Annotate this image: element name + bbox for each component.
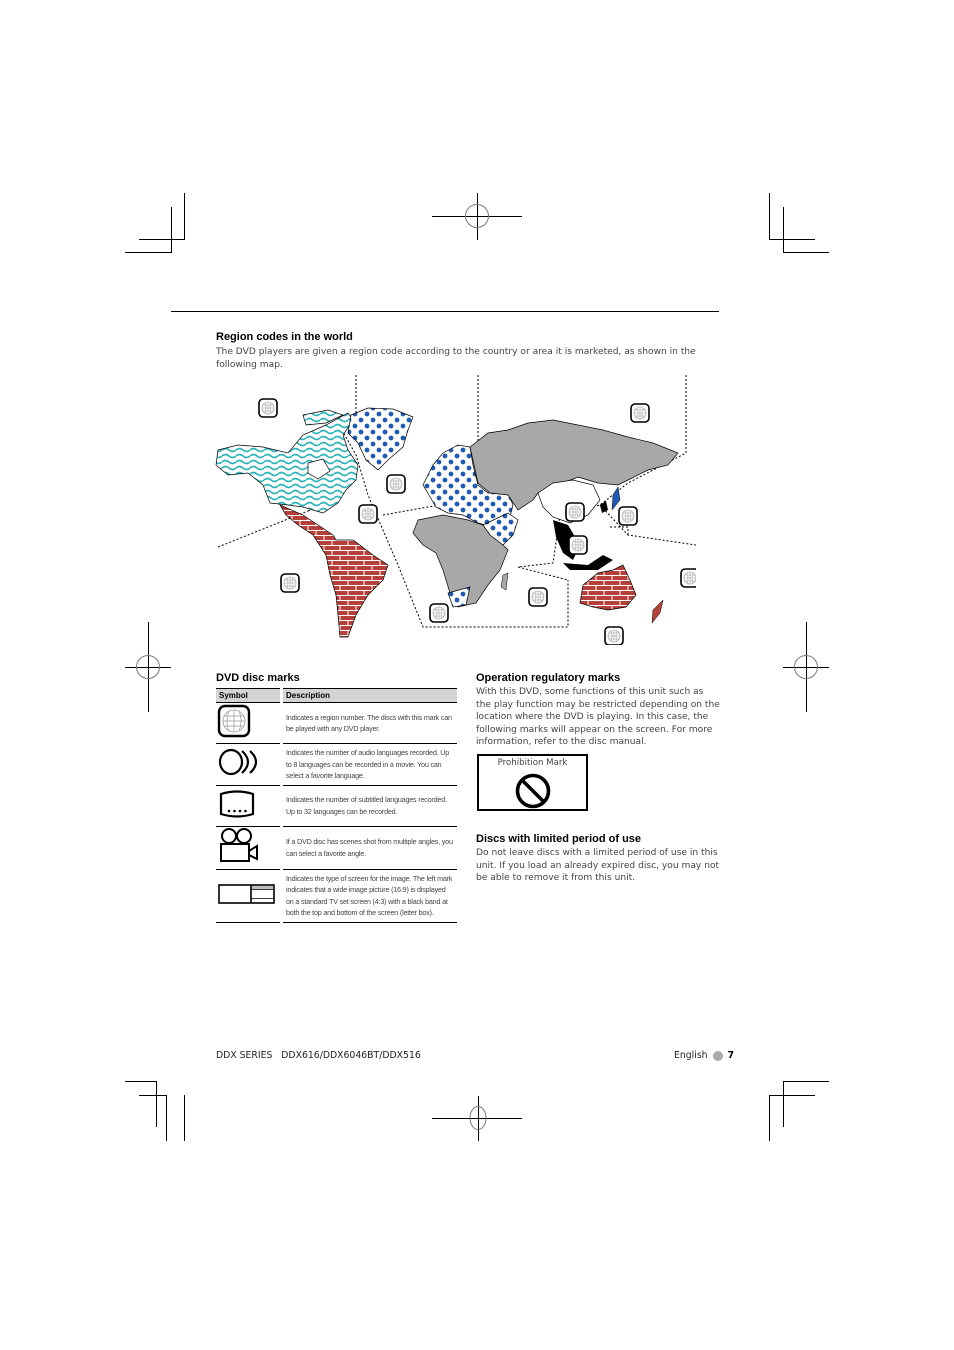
table-row: Indicates the type of screen for the ima… — [216, 869, 457, 923]
world-map-graphic — [215, 375, 700, 646]
mark-description: Indicates a region number. The discs wit… — [281, 702, 457, 744]
region-greenland — [347, 407, 414, 471]
table-row: Indicates the number of subtitled langua… — [216, 785, 457, 827]
region-icon-korea — [618, 506, 638, 526]
multi-angle-camera-icon — [220, 827, 258, 862]
limited-period-discs-description: Do not leave discs with a limited period… — [476, 848, 720, 884]
region-globe-icon — [217, 704, 251, 738]
region-australia — [579, 564, 637, 611]
region-icon-1 — [258, 398, 278, 418]
screen-type-icon — [218, 883, 275, 904]
registration-target-right — [783, 622, 829, 712]
region-codes-heading: Region codes in the world — [216, 331, 353, 343]
limited-period-discs-heading: Discs with limited period of use — [476, 833, 642, 845]
region-north-america — [215, 412, 359, 514]
mark-description: Indicates the number of subtitled langua… — [281, 785, 457, 827]
region-latin-america — [279, 504, 389, 638]
bullet-dot-icon — [712, 1050, 723, 1061]
prohibition-mark-label: Prohibition Mark — [497, 758, 568, 768]
operation-regulatory-marks-heading: Operation regulatory marks — [476, 672, 621, 684]
region-icon-southeast-asia — [568, 535, 588, 555]
table-row: Indicates the number of audio languages … — [216, 743, 457, 786]
operation-regulatory-marks-description: With this DVD, some functions of this un… — [476, 687, 720, 748]
disc-marks-table: Symbol Description Indicates a region nu… — [216, 688, 457, 923]
region-icon-caribbean — [358, 504, 378, 524]
region-icon-5 — [528, 587, 548, 607]
table-row: If a DVD disc has scenes shot from multi… — [216, 826, 457, 870]
table-header-row: Symbol Description — [216, 688, 457, 703]
region-icon-oceania — [604, 626, 624, 646]
region-icon-china — [565, 502, 585, 522]
world-region-map — [208, 375, 700, 646]
footer-language: English — [674, 1050, 708, 1061]
mark-description: If a DVD disc has scenes shot from multi… — [281, 826, 457, 870]
subtitle-languages-icon — [219, 789, 255, 818]
registration-target-bottom — [432, 1096, 522, 1141]
registration-target-left — [125, 622, 171, 712]
region-codes-description: The DVD players are given a region code … — [216, 347, 696, 370]
region-icon-2 — [386, 474, 406, 494]
prohibition-mark-box: Prohibition Mark — [477, 754, 588, 811]
dvd-disc-marks-heading: DVD disc marks — [216, 672, 300, 684]
symbol-column-header: Symbol — [216, 688, 283, 703]
description-column-header: Description — [281, 688, 457, 703]
region-icon-4 — [280, 573, 300, 593]
region-icon-japan — [630, 403, 650, 423]
mark-description: Indicates the number of audio languages … — [281, 743, 457, 786]
audio-languages-icon — [218, 749, 258, 776]
page-number: 7 — [727, 1050, 735, 1061]
registration-target-top — [432, 193, 522, 240]
region-icon-south-africa — [429, 603, 449, 623]
footer-page-info: English 7 — [674, 1050, 734, 1061]
header-rule — [171, 311, 719, 312]
footer-series: DDX SERIES DDX616/DDX6046BT/DDX516 — [216, 1050, 421, 1061]
mark-description: Indicates the type of screen for the ima… — [281, 869, 457, 923]
prohibition-icon — [515, 773, 551, 809]
region-icon-pacific — [680, 568, 700, 588]
table-row: Indicates a region number. The discs wit… — [216, 702, 457, 744]
